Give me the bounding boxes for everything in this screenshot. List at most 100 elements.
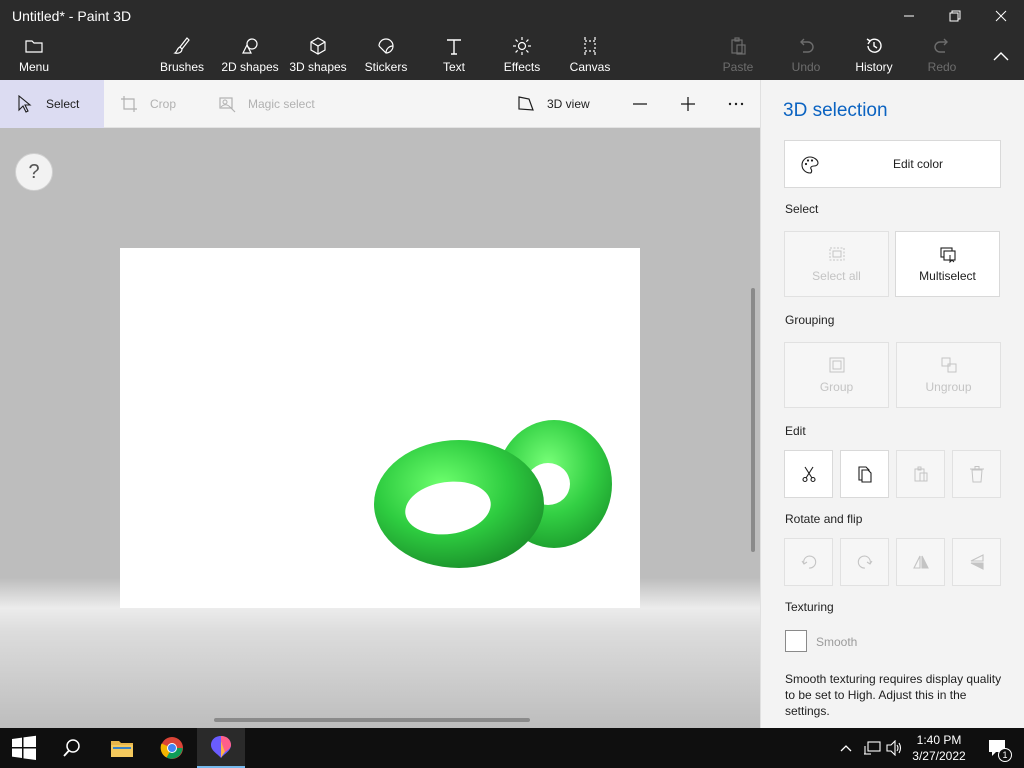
history-button[interactable]: History [852,36,896,78]
crop-tool[interactable]: Crop [120,80,190,128]
select-label: Select [46,97,80,111]
rotate-left-icon [801,555,816,569]
show-hidden-icons-button[interactable] [836,728,856,768]
app-header: Untitled* - Paint 3D Menu Brushes 2D sha… [0,0,1024,80]
select-cursor-icon [18,95,32,113]
panel-title: 3D selection [783,100,888,121]
select-all-button[interactable]: Select all [784,231,889,297]
canvas-icon [584,37,596,55]
horizontal-scrollbar[interactable] [214,718,530,722]
smooth-checkbox[interactable] [785,630,807,652]
tab-effects[interactable]: Effects [500,36,544,78]
group-icon [829,357,844,373]
multiselect-button[interactable]: Multiselect [895,231,1000,297]
more-options-button[interactable] [724,80,748,128]
file-explorer-taskbar-icon[interactable] [98,728,146,768]
undo-icon [800,38,814,53]
rotate-section-label: Rotate and flip [785,512,863,526]
paste-icon [914,466,927,482]
system-clock[interactable]: 1:40 PM 3/27/2022 [906,732,972,764]
tab-canvas[interactable]: Canvas [566,36,614,78]
tab-label: Effects [503,60,541,74]
zoom-out-button[interactable] [628,80,652,128]
tab-2d-shapes[interactable]: 2D shapes [221,36,279,78]
menu-label: Menu [18,60,50,74]
edit-color-button[interactable]: Edit color [784,140,1001,188]
windows-logo-icon [12,735,36,760]
tab-stickers[interactable]: Stickers [362,36,410,78]
palette-icon [801,156,819,174]
cut-button[interactable] [784,450,833,498]
texturing-section-label: Texturing [785,600,834,614]
help-button[interactable]: ? [15,153,53,191]
restore-button[interactable] [932,0,978,32]
multiselect-icon [939,247,956,263]
3d-view-label: 3D view [547,97,590,111]
torus-models[interactable] [120,248,640,608]
3d-view-toggle[interactable]: 3D view [517,80,597,128]
close-button[interactable] [978,0,1024,32]
redo-button[interactable]: Redo [924,36,960,78]
select-tool[interactable]: Select [0,80,104,128]
undo-label: Undo [791,60,821,74]
edit-section-label: Edit [785,424,806,438]
3d-selection-panel: 3D selection Edit color Select Select al… [760,80,1024,728]
magic-select-tool[interactable]: Magic select [218,80,328,128]
rotate-right-icon [857,555,872,569]
drawing-canvas[interactable] [120,248,640,608]
trash-icon [969,466,984,483]
rotate-left-button[interactable] [784,538,833,586]
flip-vertical-icon [970,554,984,570]
notifications-button[interactable]: 1 [978,728,1018,768]
delete-button[interactable] [952,450,1001,498]
copy-icon [857,466,872,483]
group-button[interactable]: Group [784,342,889,408]
search-icon [63,739,80,757]
collapse-ribbon-button[interactable] [978,40,1024,72]
minimize-icon [904,15,914,17]
zoom-in-button[interactable] [676,80,700,128]
tab-text[interactable]: Text [436,36,472,78]
volume-button[interactable] [884,728,906,768]
paste-button[interactable]: Paste [718,36,758,78]
redo-icon [934,38,948,53]
search-button[interactable] [48,728,96,768]
copy-button[interactable] [840,450,889,498]
paint3d-icon [211,736,231,758]
torus-front[interactable] [374,440,544,568]
ungroup-button[interactable]: Ungroup [896,342,1001,408]
history-label: History [855,60,893,74]
smooth-texturing-note: Smooth texturing requires display qualit… [785,672,1002,718]
rotate-right-button[interactable] [840,538,889,586]
undo-button[interactable]: Undo [786,36,826,78]
start-button[interactable] [0,728,48,768]
crop-label: Crop [150,97,177,111]
paste-panel-button[interactable] [896,450,945,498]
flip-horizontal-button[interactable] [896,538,945,586]
select-all-label: Select all [812,269,861,283]
tab-brushes[interactable]: Brushes [158,36,206,78]
crop-icon [121,96,137,112]
tab-label: Canvas [569,60,611,74]
chrome-icon [160,737,183,759]
ungroup-icon [941,357,956,373]
text-icon [447,39,461,55]
title-bar: Untitled* - Paint 3D [0,0,1024,32]
smooth-label: Smooth [816,635,858,649]
history-icon [866,38,882,53]
flip-vertical-button[interactable] [952,538,1001,586]
paint3d-taskbar-icon[interactable] [197,728,245,768]
vertical-scrollbar[interactable] [751,288,755,552]
taskbar: 1:40 PM 3/27/2022 1 [0,728,1024,768]
clock-date: 3/27/2022 [912,749,966,763]
tab-3d-shapes[interactable]: 3D shapes [289,36,347,78]
redo-label: Redo [927,60,957,74]
minimize-button[interactable] [886,0,932,32]
menu-button[interactable]: Menu [14,36,54,78]
chevron-up-icon [993,52,1009,61]
3d-shapes-icon [310,37,326,55]
ungroup-label: Ungroup [925,380,972,394]
chrome-taskbar-icon[interactable] [148,728,196,768]
close-icon [995,10,1007,22]
network-button[interactable] [860,728,884,768]
